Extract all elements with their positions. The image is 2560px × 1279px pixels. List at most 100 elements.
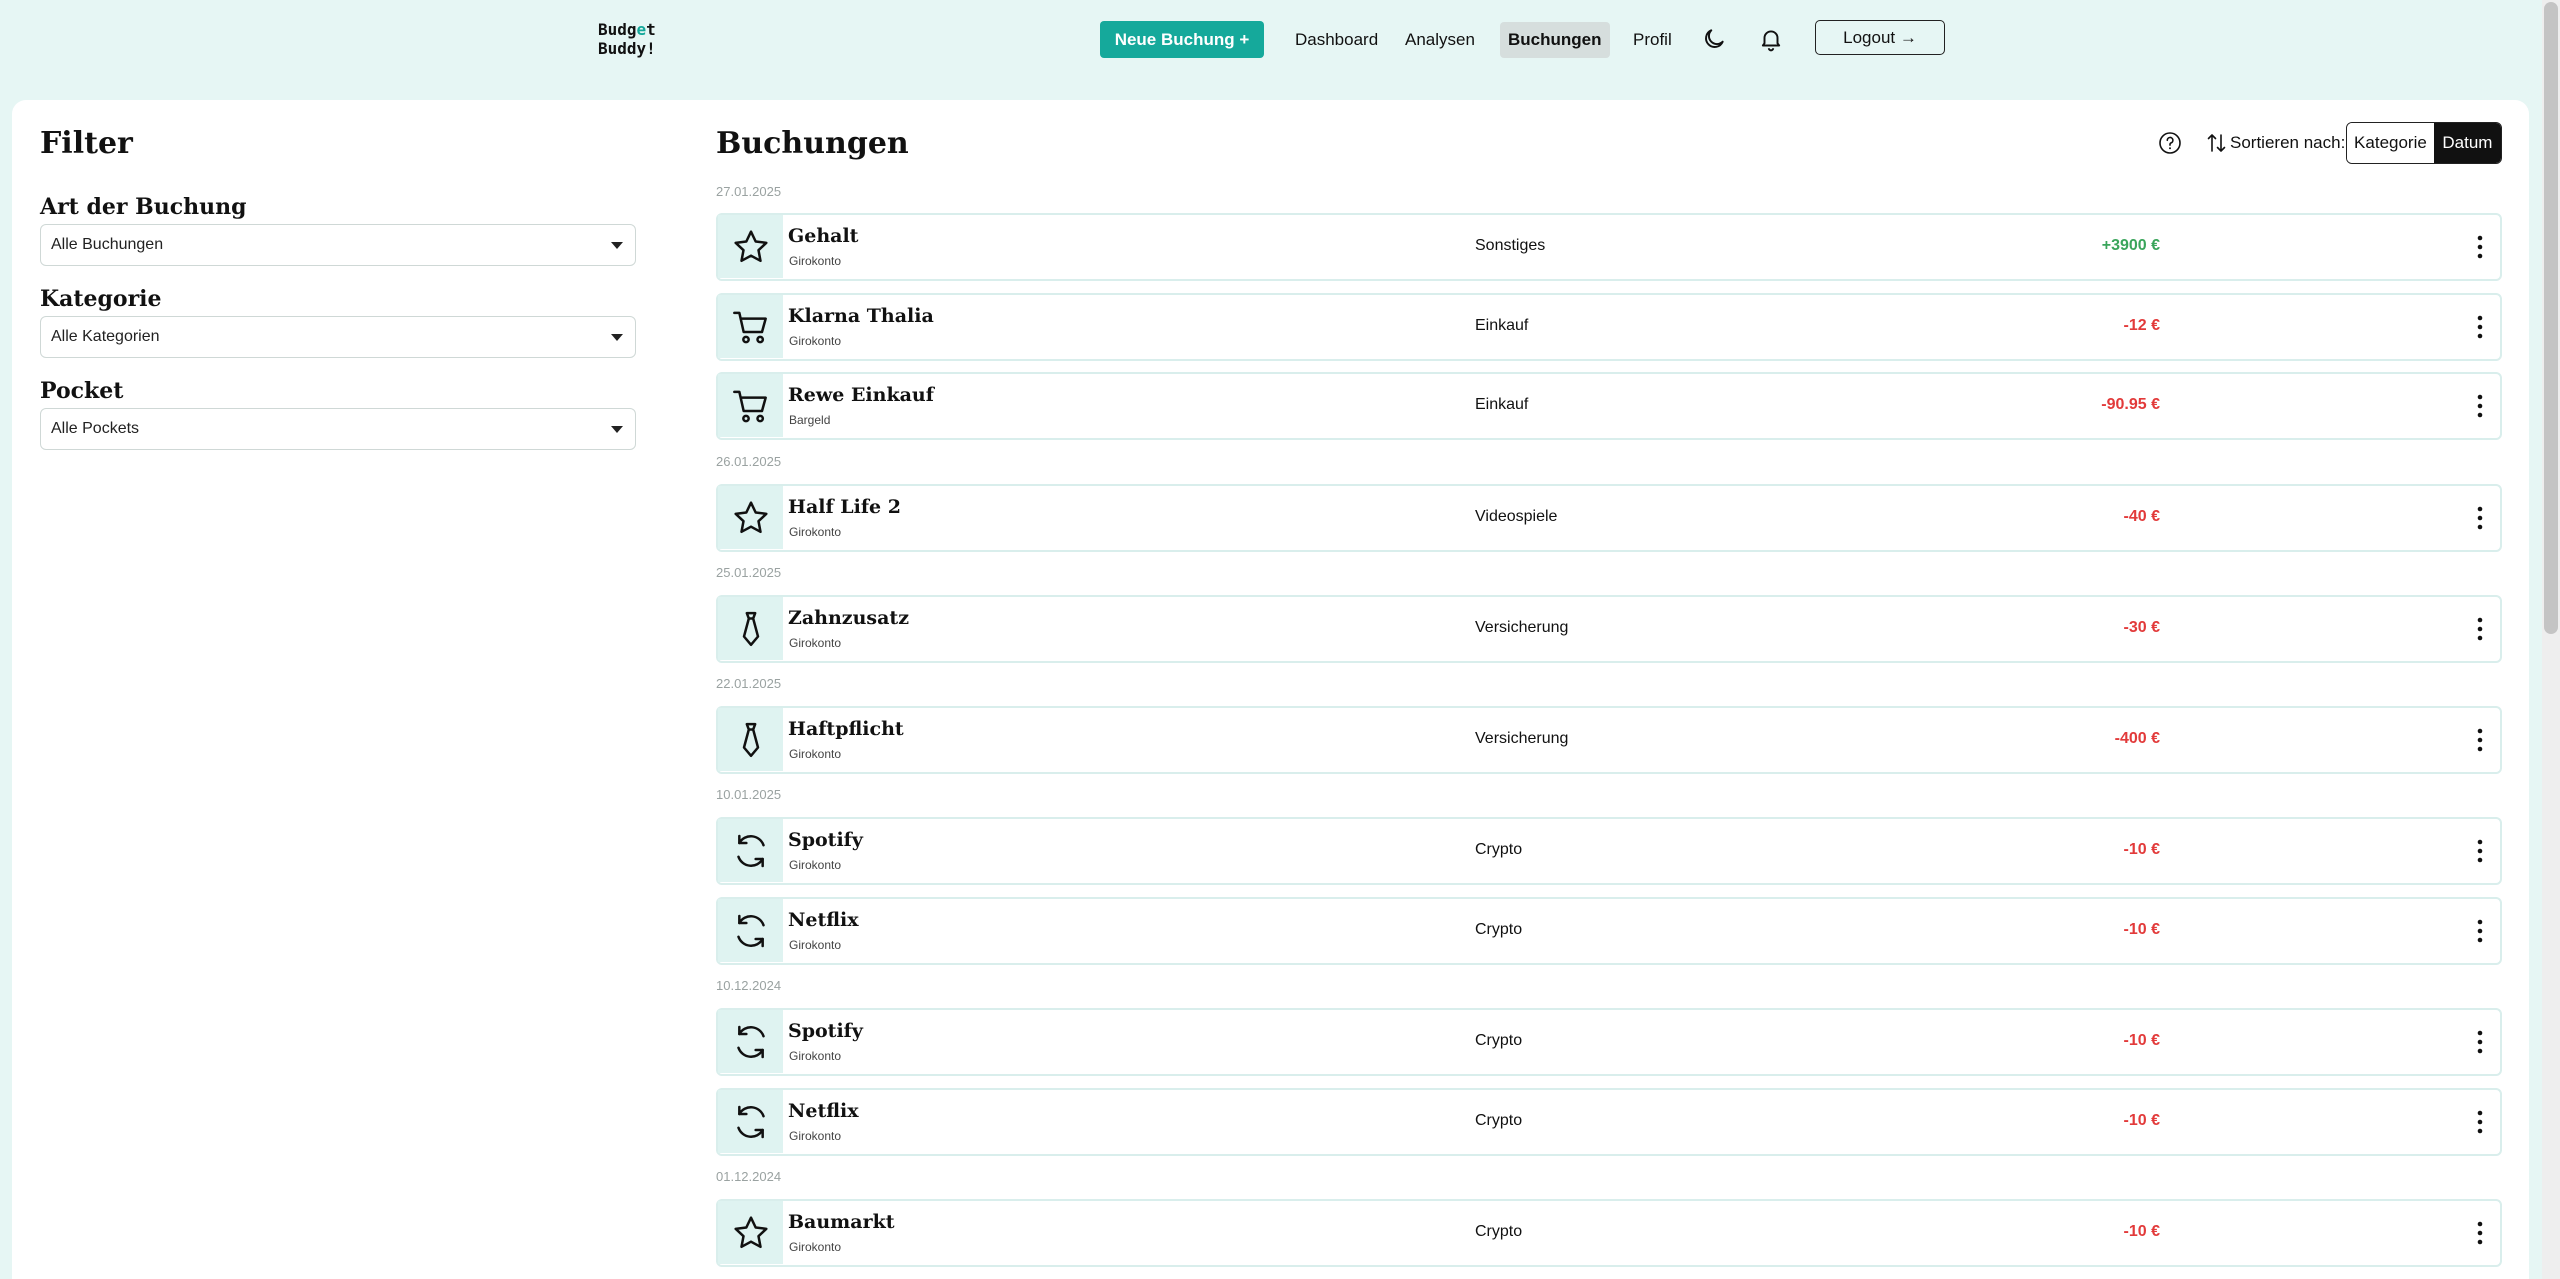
tie-icon <box>718 597 783 660</box>
booking-row[interactable]: Klarna Thalia Girokonto Einkauf -12 € <box>716 293 2502 361</box>
booking-name: Baumarkt <box>788 1211 895 1233</box>
booking-name: Haftpflicht <box>788 718 904 740</box>
booking-row[interactable]: Baumarkt Girokonto Crypto -10 € <box>716 1199 2502 1267</box>
help-icon[interactable] <box>2158 131 2182 155</box>
pocket-label: Pocket <box>40 378 124 404</box>
booking-category: Einkauf <box>1475 317 1529 334</box>
filter-title: Filter <box>40 126 133 161</box>
date-group-label: 01.12.2024 <box>716 1169 782 1184</box>
booking-type-select[interactable]: Alle Buchungen <box>40 224 636 266</box>
nav-bookings[interactable]: Buchungen <box>1500 22 1610 58</box>
booking-amount: -30 € <box>2123 619 2160 636</box>
more-options-icon[interactable] <box>2474 233 2486 261</box>
booking-account: Girokonto <box>789 636 842 650</box>
booking-account: Girokonto <box>789 938 842 952</box>
more-options-icon[interactable] <box>2474 615 2486 643</box>
booking-type-value: Alle Buchungen <box>51 236 164 253</box>
booking-row[interactable]: Rewe Einkauf Bargeld Einkauf -90.95 € <box>716 372 2502 440</box>
sort-toggle: Kategorie Datum <box>2346 122 2502 164</box>
booking-row[interactable]: Netflix Girokonto Crypto -10 € <box>716 897 2502 965</box>
date-group-label: 25.01.2025 <box>716 565 782 580</box>
date-group-label: 10.01.2025 <box>716 787 782 802</box>
booking-name: Spotify <box>788 1020 863 1042</box>
nav-profile[interactable]: Profil <box>1625 22 1680 58</box>
booking-row[interactable]: Haftpflicht Girokonto Versicherung -400 … <box>716 706 2502 774</box>
sort-category-button[interactable]: Kategorie <box>2347 123 2434 163</box>
booking-name: Gehalt <box>788 225 859 247</box>
refresh-icon <box>718 1090 783 1153</box>
booking-amount: -40 € <box>2123 508 2160 525</box>
booking-name: Zahnzusatz <box>788 607 909 629</box>
more-options-icon[interactable] <box>2474 392 2486 420</box>
booking-amount: -10 € <box>2123 1112 2160 1129</box>
refresh-icon <box>718 819 783 882</box>
cart-icon <box>718 295 783 358</box>
booking-category: Crypto <box>1475 1032 1523 1049</box>
booking-account: Girokonto <box>789 747 842 761</box>
booking-row[interactable]: Half Life 2 Girokonto Videospiele -40 € <box>716 484 2502 552</box>
chevron-down-icon <box>611 334 623 341</box>
scrollbar-thumb[interactable] <box>2544 2 2558 634</box>
more-options-icon[interactable] <box>2474 504 2486 532</box>
bookings-title: Buchungen <box>716 126 909 161</box>
cart-icon <box>718 374 783 437</box>
chevron-down-icon <box>611 242 623 249</box>
sort-icon <box>2207 134 2226 152</box>
booking-type-label: Art der Buchung <box>40 194 247 220</box>
booking-row[interactable]: Gehalt Girokonto Sonstiges +3900 € <box>716 213 2502 281</box>
booking-category: Crypto <box>1475 921 1523 938</box>
bell-icon[interactable] <box>1758 26 1784 52</box>
new-booking-button[interactable]: Neue Buchung + <box>1100 21 1264 58</box>
date-group-label: 10.12.2024 <box>716 978 782 993</box>
booking-row[interactable]: Netflix Girokonto Crypto -10 € <box>716 1088 2502 1156</box>
date-group-label: 22.01.2025 <box>716 676 782 691</box>
more-options-icon[interactable] <box>2474 726 2486 754</box>
booking-amount: -10 € <box>2123 1223 2160 1240</box>
logo[interactable]: Budget Buddy! <box>598 20 656 58</box>
booking-category: Crypto <box>1475 1112 1523 1129</box>
nav-analyses[interactable]: Analysen <box>1397 22 1483 58</box>
booking-account: Girokonto <box>789 858 842 872</box>
booking-category: Versicherung <box>1475 619 1569 636</box>
booking-category: Einkauf <box>1475 396 1529 413</box>
booking-name: Netflix <box>788 1100 859 1122</box>
category-value: Alle Kategorien <box>51 328 160 345</box>
booking-amount: -10 € <box>2123 841 2160 858</box>
star-icon <box>718 215 783 278</box>
sort-label: Sortieren nach: <box>2230 133 2346 152</box>
pocket-select[interactable]: Alle Pockets <box>40 408 636 450</box>
booking-amount: -90.95 € <box>2101 396 2160 413</box>
booking-name: Spotify <box>788 829 863 851</box>
booking-row[interactable]: Spotify Girokonto Crypto -10 € <box>716 1008 2502 1076</box>
booking-name: Rewe Einkauf <box>788 384 934 406</box>
date-group-label: 26.01.2025 <box>716 454 782 469</box>
booking-account: Girokonto <box>789 1049 842 1063</box>
more-options-icon[interactable] <box>2474 313 2486 341</box>
sort-date-button[interactable]: Datum <box>2433 123 2501 163</box>
booking-account: Girokonto <box>789 1129 842 1143</box>
booking-amount: -10 € <box>2123 1032 2160 1049</box>
more-options-icon[interactable] <box>2474 917 2486 945</box>
booking-name: Half Life 2 <box>788 496 901 518</box>
category-select[interactable]: Alle Kategorien <box>40 316 636 358</box>
refresh-icon <box>718 1010 783 1073</box>
logout-button[interactable]: Logout → <box>1815 20 1945 55</box>
booking-account: Girokonto <box>789 334 842 348</box>
booking-name: Klarna Thalia <box>788 305 934 327</box>
more-options-icon[interactable] <box>2474 1028 2486 1056</box>
booking-name: Netflix <box>788 909 859 931</box>
more-options-icon[interactable] <box>2474 1219 2486 1247</box>
booking-account: Bargeld <box>789 413 831 427</box>
booking-amount: +3900 € <box>2101 237 2160 254</box>
booking-account: Girokonto <box>789 254 842 268</box>
moon-icon[interactable] <box>1701 26 1727 52</box>
top-navigation: Budget Buddy! Neue Buchung + Dashboard A… <box>0 0 2560 100</box>
more-options-icon[interactable] <box>2474 837 2486 865</box>
booking-row[interactable]: Spotify Girokonto Crypto -10 € <box>716 817 2502 885</box>
more-options-icon[interactable] <box>2474 1108 2486 1136</box>
nav-dashboard[interactable]: Dashboard <box>1287 22 1386 58</box>
pocket-value: Alle Pockets <box>51 420 140 437</box>
booking-category: Crypto <box>1475 841 1523 858</box>
booking-account: Girokonto <box>789 1240 842 1254</box>
booking-row[interactable]: Zahnzusatz Girokonto Versicherung -30 € <box>716 595 2502 663</box>
